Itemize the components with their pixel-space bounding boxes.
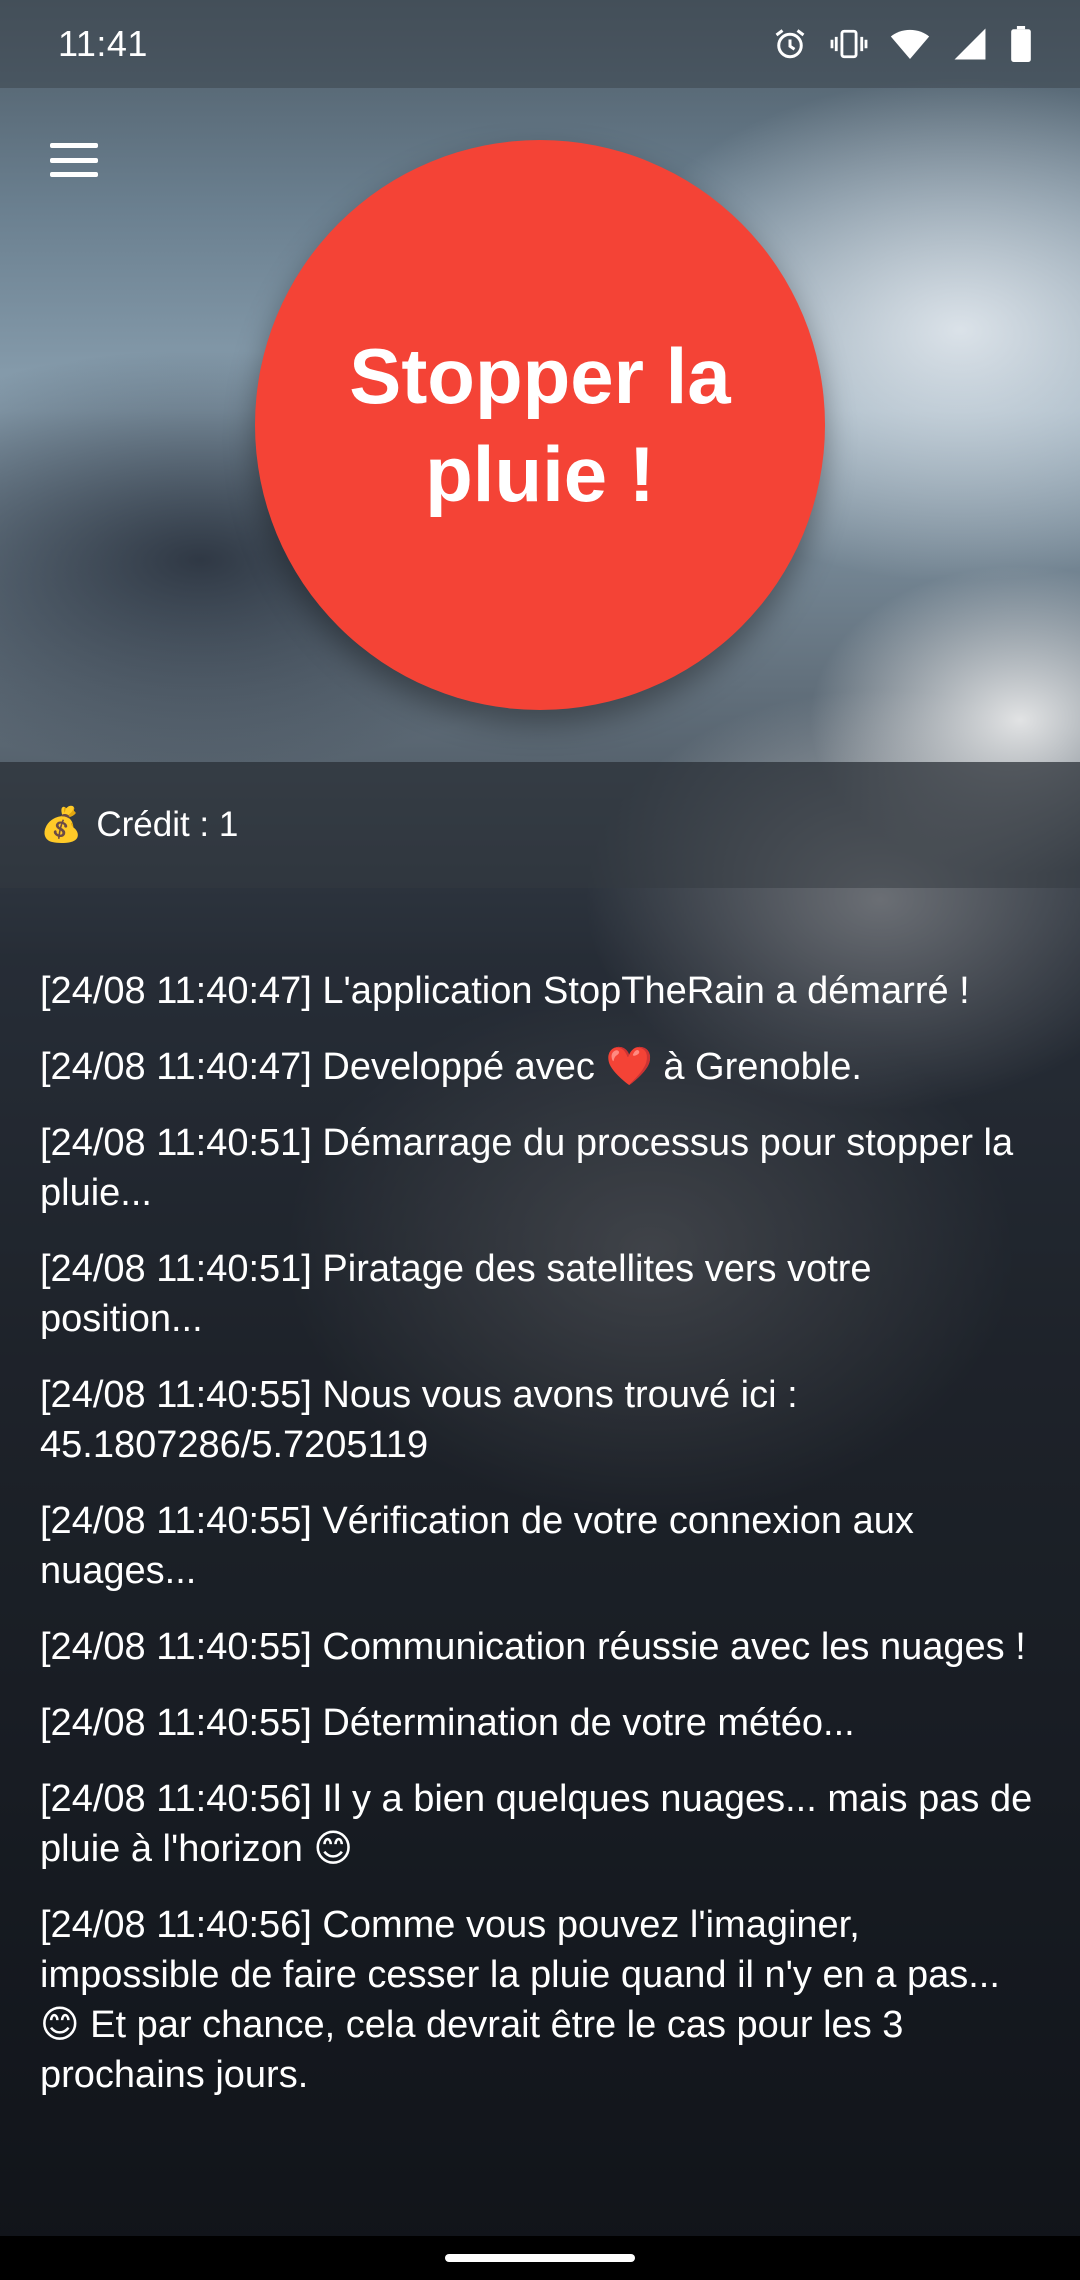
log-entry: [24/08 11:40:56] Comme vous pouvez l'ima… — [40, 1904, 1000, 2096]
log-entry: [24/08 11:40:47] L'application StopTheRa… — [40, 970, 970, 1012]
log-entry: [24/08 11:40:55] Vérification de votre c… — [40, 1500, 914, 1592]
money-bag-icon: 💰 — [40, 806, 83, 844]
log-entry: [24/08 11:40:56] Il y a bien quelques nu… — [40, 1778, 1033, 1870]
log-entry: [24/08 11:40:51] Démarrage du processus … — [40, 1122, 1014, 1214]
menu-icon[interactable] — [44, 135, 104, 185]
status-bar: 11:41 — [0, 0, 1080, 88]
log-entry: [24/08 11:40:55] Communication réussie a… — [40, 1626, 1026, 1668]
status-time: 11:41 — [58, 23, 148, 64]
signal-icon — [952, 27, 988, 61]
log-entry: [24/08 11:40:47] Developpé avec ❤️ à Gre… — [40, 1046, 862, 1088]
credit-bar: 💰 Crédit : 1 — [0, 762, 1080, 888]
home-handle[interactable] — [445, 2254, 635, 2262]
battery-icon — [1010, 26, 1032, 62]
log-entry: [24/08 11:40:55] Nous vous avons trouvé … — [40, 1374, 798, 1466]
app-screen: 11:41 Stopper la pluie ! 💰 Crédit : 1 [2… — [0, 0, 1080, 2280]
credit-text: Crédit : 1 — [96, 805, 239, 844]
log-entry: [24/08 11:40:55] Détermination de votre … — [40, 1702, 855, 1744]
log-panel: [24/08 11:40:47] L'application StopTheRa… — [0, 888, 1080, 2236]
stop-rain-button[interactable]: Stopper la pluie ! — [255, 140, 825, 710]
status-icons — [772, 26, 1032, 62]
alarm-icon — [772, 26, 808, 62]
log-entry: [24/08 11:40:51] Piratage des satellites… — [40, 1248, 872, 1340]
vibrate-icon — [830, 27, 868, 61]
navigation-bar — [0, 2236, 1080, 2280]
wifi-icon — [890, 27, 930, 61]
